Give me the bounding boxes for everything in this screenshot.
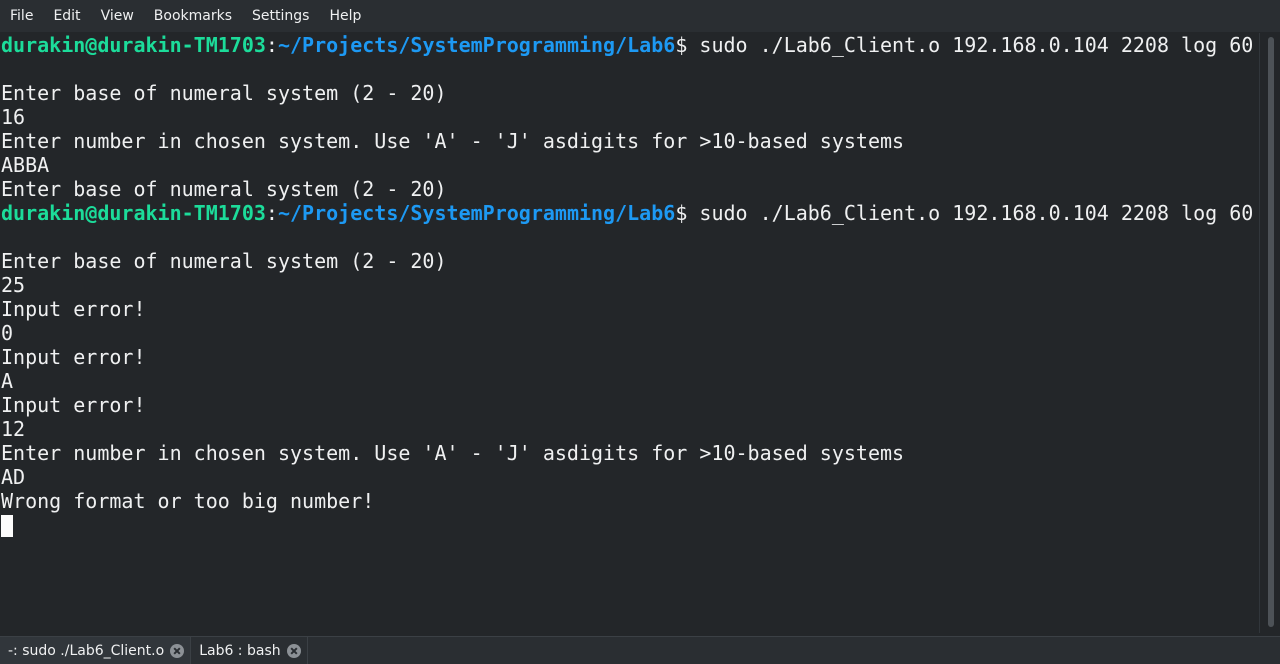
prompt-line: durakin@durakin-TM1703:~/Projects/System…	[1, 33, 1253, 57]
prompt-user: durakin@durakin-TM1703	[1, 201, 266, 225]
prompt-path: ~/Projects/SystemProgramming/Lab6	[277, 33, 676, 57]
output-line: A	[1, 369, 14, 393]
close-icon[interactable]	[170, 643, 185, 658]
prompt-path: ~/Projects/SystemProgramming/Lab6	[277, 201, 676, 225]
text-cursor	[1, 515, 13, 537]
output-line: AD	[1, 465, 26, 489]
tab-bash[interactable]: Lab6 : bash	[191, 637, 308, 664]
output-line: Enter number in chosen system. Use 'A' -…	[1, 441, 905, 465]
tab-bar: -: sudo ./Lab6_Client.o Lab6 : bash	[0, 636, 1280, 664]
prompt-symbol: $	[675, 33, 688, 57]
menu-bookmarks[interactable]: Bookmarks	[144, 0, 242, 32]
scrollbar-thumb[interactable]	[1268, 37, 1274, 627]
output-line: Input error!	[1, 297, 146, 321]
menu-file[interactable]: File	[0, 0, 43, 32]
output-line: Enter base of numeral system (2 - 20)	[1, 81, 447, 105]
tab-label: Lab6 : bash	[199, 642, 281, 659]
prompt-separator: :	[265, 33, 278, 57]
output-line: Input error!	[1, 345, 146, 369]
menu-bar: File Edit View Bookmarks Settings Help	[0, 0, 1280, 32]
prompt-separator: :	[265, 201, 278, 225]
output-line: 25	[1, 273, 26, 297]
output-line: ABBA	[1, 153, 50, 177]
output-line: 0	[1, 321, 14, 345]
menu-edit[interactable]: Edit	[43, 0, 90, 32]
vertical-scrollbar[interactable]	[1259, 33, 1280, 633]
tab-label: -: sudo ./Lab6_Client.o	[8, 642, 165, 659]
prompt-line: durakin@durakin-TM1703:~/Projects/System…	[1, 201, 1253, 225]
output-line: 16	[1, 105, 26, 129]
output-line: Enter number in chosen system. Use 'A' -…	[1, 129, 905, 153]
menu-help[interactable]: Help	[319, 0, 371, 32]
close-icon[interactable]	[286, 643, 301, 658]
prompt-command: sudo ./Lab6_Client.o 192.168.0.104 2208 …	[687, 201, 1254, 225]
output-line: Input error!	[1, 393, 146, 417]
menu-view[interactable]: View	[91, 0, 144, 32]
output-line: Enter base of numeral system (2 - 20)	[1, 249, 447, 273]
menu-settings[interactable]: Settings	[242, 0, 319, 32]
output-line: 12	[1, 417, 26, 441]
prompt-command: sudo ./Lab6_Client.o 192.168.0.104 2208 …	[687, 33, 1254, 57]
prompt-user: durakin@durakin-TM1703	[1, 33, 266, 57]
tab-client[interactable]: -: sudo ./Lab6_Client.o	[0, 637, 192, 664]
output-line: Enter base of numeral system (2 - 20)	[1, 177, 447, 201]
prompt-symbol: $	[675, 201, 688, 225]
terminal-output[interactable]: durakin@durakin-TM1703:~/Projects/System…	[0, 33, 1258, 633]
output-line: Wrong format or too big number!	[1, 489, 375, 513]
